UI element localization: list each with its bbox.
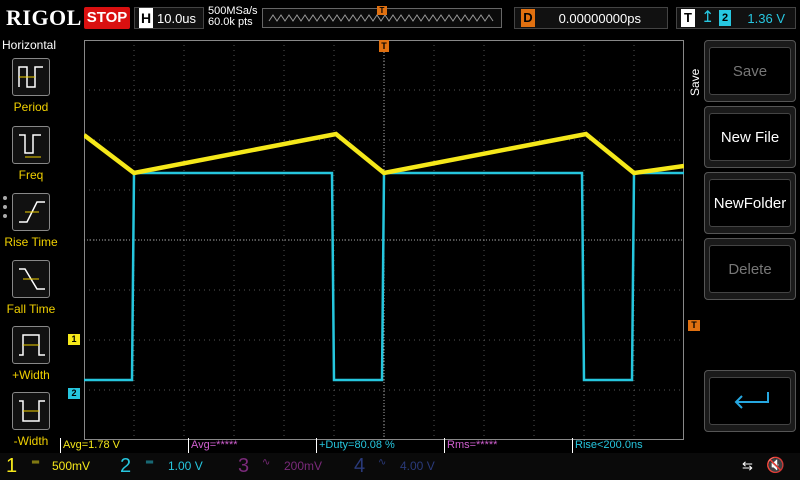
top-status-bar: RIGOL STOP H 10.0us 500MSa/s 60.0k pts T…: [0, 0, 800, 36]
measure-fall-time-label: Fall Time: [6, 302, 56, 316]
measurement-ch1-avg[interactable]: Avg=1.78 V: [60, 438, 188, 453]
trigger-key-label: T: [681, 9, 695, 27]
ac-coupling-icon: ∿: [262, 457, 271, 468]
ch2-waveform: [84, 171, 684, 382]
fall-time-icon: [12, 260, 50, 298]
channel-1-scale: 500mV: [52, 459, 91, 473]
frequency-icon: [12, 126, 50, 164]
channel-3-status[interactable]: 3 ∿ 200mV: [236, 453, 346, 480]
horizontal-key-label: H: [139, 8, 153, 28]
save-button[interactable]: Save: [704, 40, 796, 102]
delete-button-label: Delete: [709, 245, 791, 293]
channel-4-scale: 4.00 V: [400, 459, 435, 473]
measure-menu: Period Freq Rise Time Fall Time +Width -…: [0, 36, 62, 448]
measure-frequency-button[interactable]: Freq: [0, 126, 62, 192]
delete-button[interactable]: Delete: [704, 238, 796, 300]
acquisition-info: 500MSa/s 60.0k pts: [208, 6, 258, 28]
trigger-top-marker: T: [379, 40, 389, 52]
measurement-math-avg[interactable]: Avg=*****: [188, 438, 316, 453]
delay-value: 0.00000000ps: [558, 11, 641, 26]
measure-period-button[interactable]: Period: [0, 58, 62, 124]
new-folder-button[interactable]: NewFolder: [704, 172, 796, 234]
channel-1-number: 1: [6, 455, 18, 477]
channel-3-number: 3: [238, 455, 250, 477]
channel-4-status[interactable]: 4 ∿ 4.00 V: [352, 453, 462, 480]
measure-period-label: Period: [13, 100, 49, 114]
measurement-ch2-rise[interactable]: Rise<200.0ns: [572, 438, 700, 453]
ac-coupling-icon: ∿: [378, 457, 387, 468]
dc-coupling-icon: ═: [32, 457, 40, 468]
ch1-offset-marker[interactable]: 1: [68, 334, 80, 345]
memory-trigger-marker: T: [377, 6, 387, 15]
new-file-button[interactable]: New File: [704, 106, 796, 168]
positive-width-icon: [12, 326, 50, 364]
new-file-button-label: New File: [709, 113, 791, 161]
back-button[interactable]: [704, 370, 796, 432]
negative-width-icon: [12, 392, 50, 430]
return-arrow-icon: [709, 377, 791, 425]
brand-logo: RIGOL: [6, 5, 82, 30]
measure-rise-time-label: Rise Time: [4, 235, 58, 249]
channel-2-scale: 1.00 V: [168, 459, 203, 473]
rise-time-icon: [12, 193, 50, 231]
measure-fall-time-button[interactable]: Fall Time: [0, 260, 62, 326]
memory-depth: 60.0k pts: [208, 16, 253, 28]
rising-edge-icon: ↥: [701, 9, 715, 26]
period-icon: [12, 58, 50, 96]
trigger-level: 1.36 V: [747, 11, 785, 26]
measure-negative-width-button[interactable]: -Width: [0, 392, 62, 458]
usb-icon: ⇆: [742, 458, 753, 473]
measure-positive-width-label: +Width: [12, 368, 50, 382]
ch2-offset-marker[interactable]: 2: [68, 388, 80, 399]
waveform-display[interactable]: T: [84, 40, 684, 440]
channel-1-status[interactable]: 1 ═ 500mV: [0, 453, 110, 480]
horizontal-timebase[interactable]: H 10.0us: [134, 7, 204, 29]
measure-negative-width-label: -Width: [13, 434, 49, 448]
delay-key-label: D: [521, 9, 535, 27]
right-menu-title: Save: [688, 68, 702, 96]
run-stop-status[interactable]: STOP: [84, 7, 130, 29]
trigger-display[interactable]: T ↥ 2 1.36 V: [676, 7, 796, 29]
delay-display[interactable]: D 0.00000000ps: [514, 7, 668, 29]
channel-2-number: 2: [120, 455, 132, 477]
save-button-label: Save: [709, 47, 791, 95]
measurement-math-rms[interactable]: Rms=*****: [444, 438, 572, 453]
measure-rise-time-button[interactable]: Rise Time: [0, 193, 62, 259]
measure-positive-width-button[interactable]: +Width: [0, 326, 62, 392]
channel-2-status[interactable]: 2 ═ 1.00 V: [116, 453, 230, 480]
measurement-ch2-duty[interactable]: +Duty=80.08 %: [316, 438, 444, 453]
speaker-muted-icon[interactable]: 🔇: [766, 456, 785, 474]
channel-3-scale: 200mV: [284, 459, 323, 473]
memory-overview-strip: T: [262, 6, 502, 28]
trigger-source: 2: [719, 10, 731, 26]
channel-4-number: 4: [354, 455, 366, 477]
trigger-level-marker[interactable]: T: [688, 320, 700, 331]
new-folder-button-label: NewFolder: [709, 179, 791, 227]
measure-frequency-label: Freq: [18, 168, 44, 182]
timebase-value: 10.0us: [157, 11, 197, 26]
dc-coupling-icon: ═: [146, 457, 154, 468]
